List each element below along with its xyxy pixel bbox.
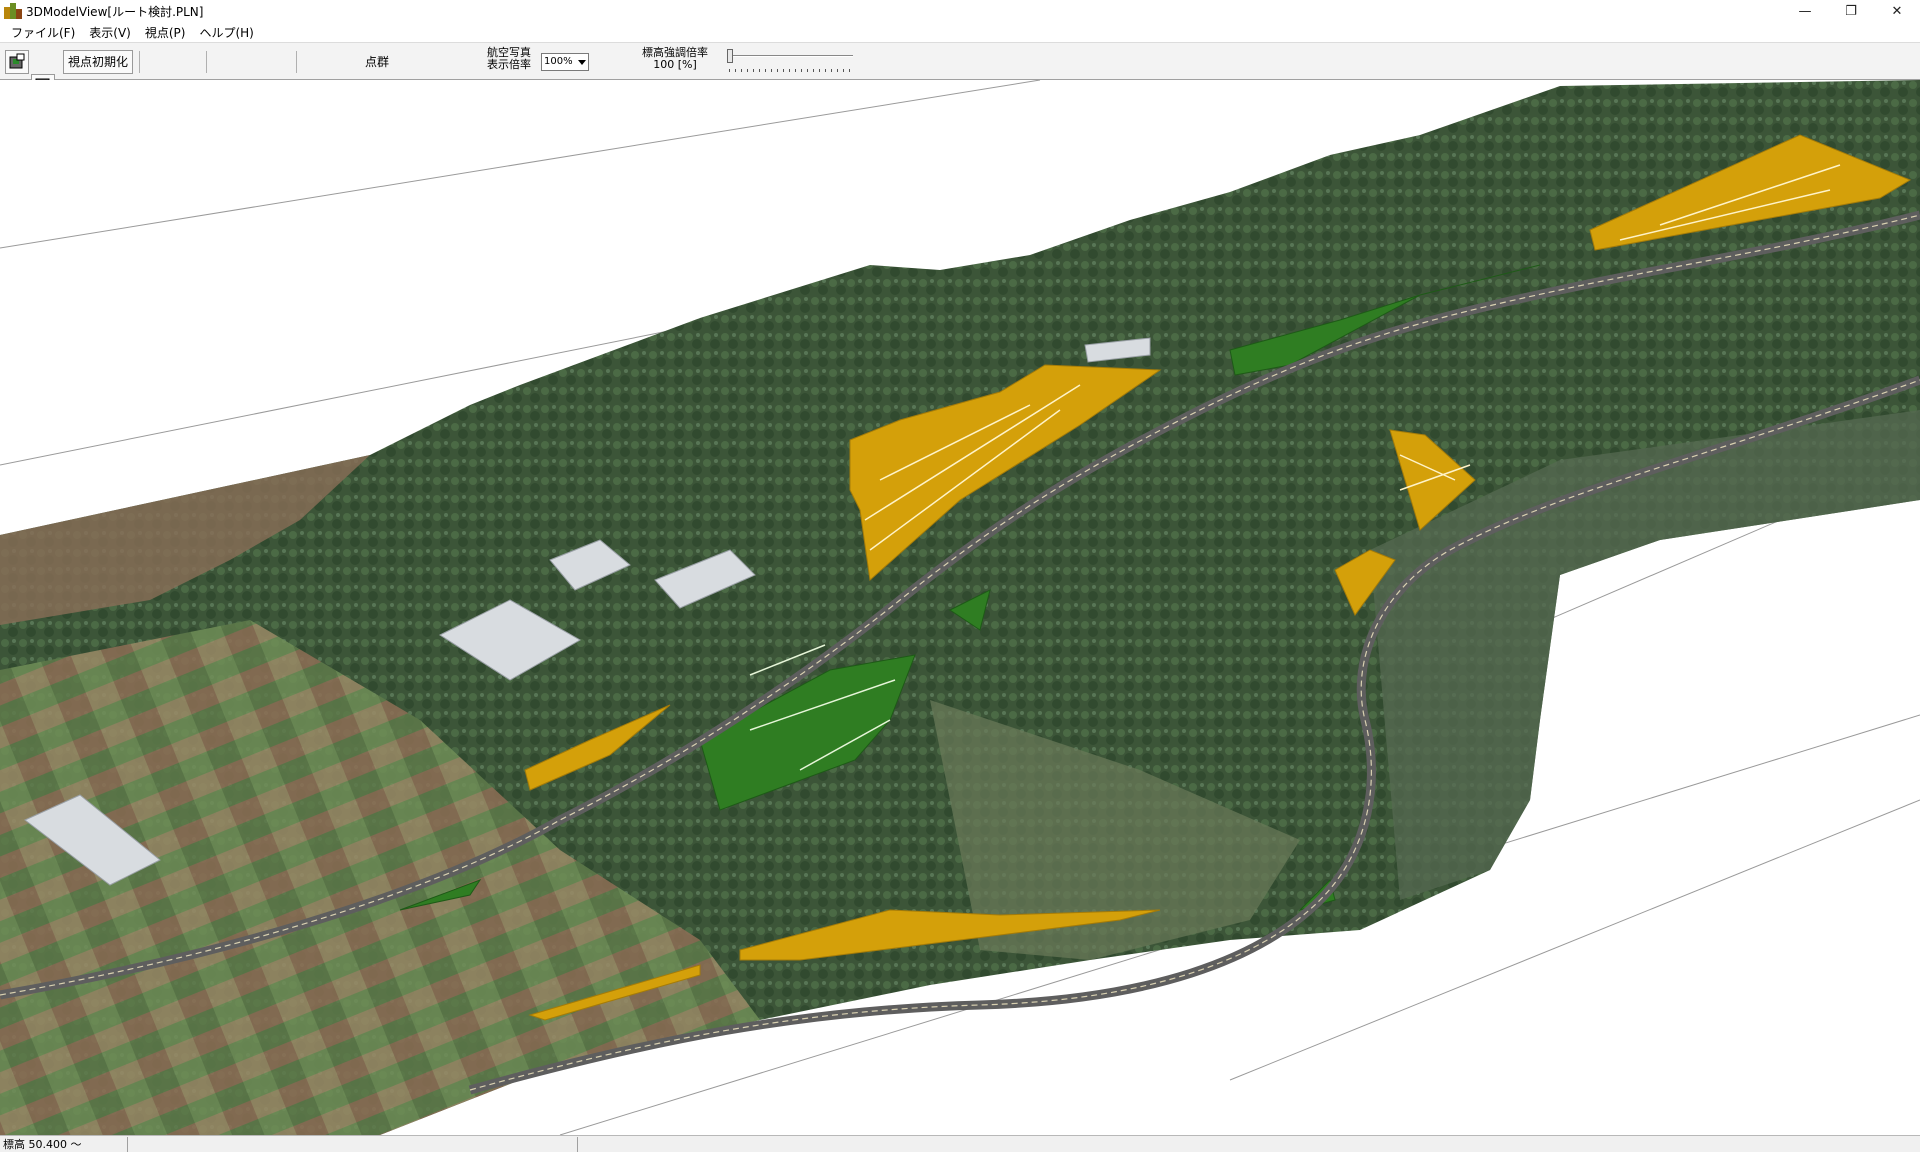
aerial-zoom-value: 100% [544, 56, 573, 67]
maximize-button[interactable]: ❐ [1828, 0, 1874, 22]
chevron-down-icon [578, 60, 586, 65]
slider-track [729, 55, 853, 57]
menu-viewpoint[interactable]: 視点(P) [138, 24, 193, 41]
window-controls: — ❐ ✕ [1782, 0, 1920, 22]
close-button[interactable]: ✕ [1874, 0, 1920, 22]
minimize-button[interactable]: — [1782, 0, 1828, 22]
slider-thumb[interactable] [727, 49, 733, 63]
toolbar-separator [296, 51, 297, 73]
menu-bar: ファイル(F) 表示(V) 視点(P) ヘルプ(H) [0, 22, 1920, 42]
toolbar-separator [206, 51, 207, 73]
status-cell-empty [128, 1136, 578, 1152]
aerial-photo-label: 航空写真 表示倍率 [487, 47, 531, 71]
menu-file[interactable]: ファイル(F) [4, 24, 82, 41]
slider-ticks [729, 69, 853, 72]
aerial-photo-label-line2: 表示倍率 [487, 58, 531, 71]
window-title: 3DModelView[ルート検討.PLN] [26, 4, 204, 19]
menu-help[interactable]: ヘルプ(H) [192, 24, 260, 41]
reset-view-button[interactable]: 視点初期化 [63, 50, 134, 74]
3d-viewport[interactable] [0, 80, 1920, 1135]
elevation-scale-label-line2: 100 [%] [653, 58, 697, 71]
menu-view[interactable]: 表示(V) [82, 24, 138, 41]
point-cloud-button[interactable]: 点群 [362, 50, 392, 74]
toolbar: 視点初期化 点群 BOX 航空写真 表示倍率 100% 標高強調倍率 [0, 42, 1920, 362]
status-bar: 標高 50.400 〜 124.000 [0, 1135, 1920, 1152]
app-icon [4, 3, 22, 19]
title-bar: 3DModelView[ルート検討.PLN] — ❐ ✕ [0, 0, 1920, 22]
elevation-range-status: 標高 50.400 〜 124.000 [0, 1136, 128, 1152]
elevation-scale-slider[interactable] [725, 49, 855, 75]
open-model-icon[interactable] [5, 50, 29, 74]
elevation-scale-label: 標高強調倍率 100 [%] [642, 47, 708, 71]
terrain-model [0, 80, 1920, 1135]
aerial-zoom-select[interactable]: 100% [541, 53, 589, 71]
toolbar-separator [139, 51, 140, 73]
